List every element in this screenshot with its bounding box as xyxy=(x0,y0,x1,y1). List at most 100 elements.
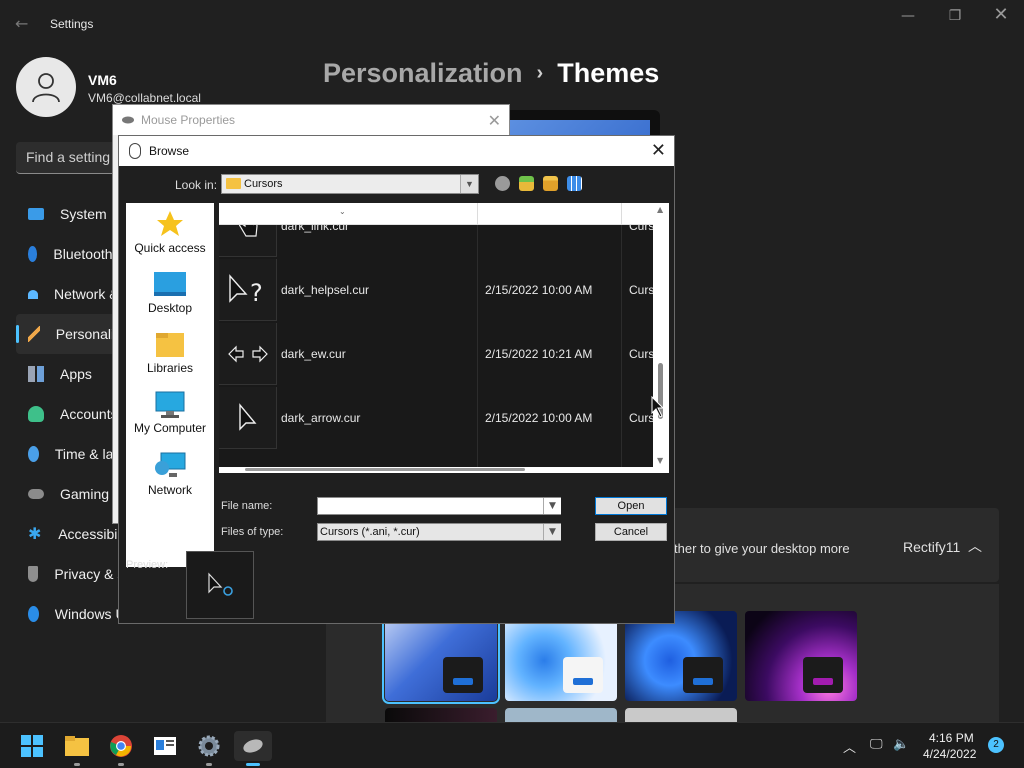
horizontal-scrollbar[interactable] xyxy=(219,467,653,473)
gamepad-icon xyxy=(28,489,44,499)
chevron-down-icon[interactable]: ▼ xyxy=(460,175,478,193)
busy-cursor-icon xyxy=(208,572,233,596)
start-button[interactable] xyxy=(17,731,47,761)
sidebar-item-accessibility[interactable]: ✱ Accessibility xyxy=(16,514,126,554)
person-icon xyxy=(28,406,44,422)
update-icon xyxy=(28,606,39,622)
chevron-down-icon[interactable]: ▼ xyxy=(543,498,561,514)
mouse-pointer-icon xyxy=(651,396,665,418)
back-icon[interactable] xyxy=(495,176,510,191)
chevron-up-icon[interactable]: ︿ xyxy=(843,737,856,756)
files-of-type-dropdown[interactable]: Cursors (*.ani, *.cur) xyxy=(317,523,561,541)
minimize-button[interactable]: — xyxy=(893,8,923,28)
open-button[interactable]: Open xyxy=(595,497,667,515)
sidebar-item-apps[interactable]: Apps xyxy=(16,354,126,394)
up-folder-icon[interactable] xyxy=(519,176,534,191)
theme-thumbnail[interactable] xyxy=(385,708,497,722)
search-input[interactable]: Find a setting xyxy=(16,142,126,174)
place-libraries[interactable]: Libraries xyxy=(126,331,214,375)
sidebar-item-windows-update[interactable]: Windows Update xyxy=(16,594,126,634)
sidebar-item-network[interactable]: Network & internet xyxy=(16,274,126,314)
breadcrumb-parent[interactable]: Personalization xyxy=(323,58,523,88)
maximize-button[interactable]: ❐ xyxy=(940,8,970,28)
look-in-value: Cursors xyxy=(244,178,283,190)
files-of-type-value: Cursors (*.ani, *.cur) xyxy=(320,526,420,538)
avatar[interactable] xyxy=(16,57,76,117)
theme-thumbnail[interactable] xyxy=(745,611,857,701)
vertical-scrollbar[interactable]: ▲ ▼ xyxy=(653,203,669,467)
sidebar-item-label: Gaming xyxy=(60,486,110,502)
file-name-label: File name: xyxy=(221,500,273,512)
view-menu-icon[interactable] xyxy=(567,176,582,191)
sidebar-item-bluetooth[interactable]: Bluetooth & devices xyxy=(16,234,126,274)
file-name: dark_ew.cur xyxy=(281,347,346,361)
place-quick-access[interactable]: Quick access xyxy=(126,209,214,255)
theme-thumbnail[interactable] xyxy=(625,611,737,701)
taskbar: ︿ 🖵 🔈 4:16 PM 4/24/2022 2 xyxy=(0,722,1024,768)
accessibility-icon: ✱ xyxy=(28,524,42,543)
place-desktop[interactable]: Desktop xyxy=(126,271,214,315)
title-bar: ← Settings — ❐ ✕ xyxy=(0,0,1024,48)
sidebar-item-time-language[interactable]: Time & language xyxy=(16,434,126,474)
file-row[interactable]: dark_arrow.cur 2/15/2022 10:00 AM Cursor xyxy=(219,387,653,451)
theme-thumbnail[interactable] xyxy=(382,608,500,704)
file-type: Cursor xyxy=(629,347,653,361)
scroll-thumb[interactable] xyxy=(245,468,525,471)
file-name-input[interactable] xyxy=(317,497,561,515)
breadcrumb: Personalization › Themes xyxy=(323,58,659,89)
sidebar-item-system[interactable]: System xyxy=(16,194,126,234)
sidebar-item-privacy[interactable]: Privacy & security xyxy=(16,554,126,594)
theme-thumbnail[interactable] xyxy=(505,708,617,722)
file-row[interactable]: ? dark_helpsel.cur 2/15/2022 10:00 AM Cu… xyxy=(219,259,653,323)
taskbar-chrome[interactable] xyxy=(106,731,136,766)
bluetooth-icon xyxy=(28,246,38,262)
page-title: Themes xyxy=(557,58,660,88)
browse-titlebar: Browse ✕ xyxy=(119,136,674,166)
theme-thumbnail[interactable] xyxy=(505,611,617,701)
star-icon xyxy=(157,211,183,236)
settings-icon xyxy=(198,735,220,757)
places-bar: Quick access Desktop Libraries My Comput… xyxy=(126,203,214,567)
file-list: ⌄ dark_link.cur Cursor ? dark_helpsel.cu… xyxy=(219,203,669,473)
volume-icon[interactable]: 🔈 xyxy=(893,737,909,752)
network-icon[interactable]: 🖵 xyxy=(870,737,883,752)
clock-time[interactable]: 4:16 PM xyxy=(929,731,974,745)
sidebar-item-personalization[interactable]: Personalization xyxy=(16,314,126,354)
cancel-button[interactable]: Cancel xyxy=(595,523,667,541)
scroll-down-icon[interactable]: ▼ xyxy=(657,456,663,465)
brush-icon xyxy=(28,326,40,342)
back-arrow-icon[interactable]: ← xyxy=(15,14,28,33)
clock-date[interactable]: 4/24/2022 xyxy=(923,747,976,761)
close-icon[interactable]: ✕ xyxy=(488,111,501,130)
file-row[interactable]: dark_ew.cur 2/15/2022 10:21 AM Cursor xyxy=(219,323,653,387)
sidebar-item-accounts[interactable]: Accounts xyxy=(16,394,126,434)
wifi-icon xyxy=(28,289,38,299)
news-icon xyxy=(154,737,176,755)
sidebar-item-label: Accounts xyxy=(60,406,118,422)
libraries-icon xyxy=(156,333,184,357)
place-my-computer[interactable]: My Computer xyxy=(126,391,214,435)
taskbar-settings[interactable] xyxy=(194,731,224,766)
chevron-down-icon[interactable]: ▼ xyxy=(543,524,561,540)
new-folder-icon[interactable] xyxy=(543,176,558,191)
mouse-properties-titlebar: Mouse Properties xyxy=(113,105,509,135)
notification-badge[interactable]: 2 xyxy=(988,737,1004,753)
taskbar-file-explorer[interactable] xyxy=(62,731,92,766)
look-in-dropdown[interactable]: Cursors ▼ xyxy=(221,174,479,194)
theme-thumbnail[interactable] xyxy=(625,708,737,722)
mouse-properties-title: Mouse Properties xyxy=(141,113,236,127)
help-select-cursor-icon: ? xyxy=(228,273,262,307)
sidebar-item-label: Windows Update xyxy=(54,606,126,622)
taskbar-news[interactable] xyxy=(150,731,180,761)
taskbar-mouse-properties[interactable] xyxy=(234,731,272,766)
scroll-up-icon[interactable]: ▲ xyxy=(657,205,663,214)
file-row[interactable]: dark_link.cur Cursor xyxy=(219,225,653,259)
file-explorer-icon xyxy=(65,736,89,756)
sort-arrow-icon[interactable]: ⌄ xyxy=(339,207,346,216)
chevron-up-icon[interactable]: ︿ xyxy=(968,536,982,556)
place-network[interactable]: Network xyxy=(126,451,214,497)
sidebar-item-gaming[interactable]: Gaming xyxy=(16,474,126,514)
close-button[interactable]: ✕ xyxy=(986,4,1016,25)
user-name: VM6 xyxy=(88,72,117,88)
close-icon[interactable]: ✕ xyxy=(651,140,666,161)
